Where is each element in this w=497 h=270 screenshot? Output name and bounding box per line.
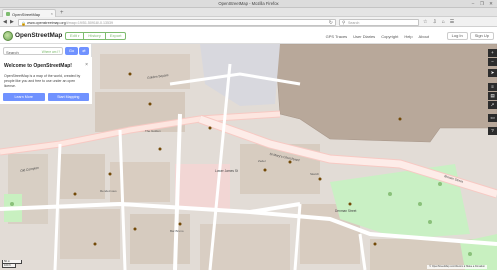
place-label: Rendezvous bbox=[100, 189, 117, 193]
street-label: Lower James St bbox=[215, 169, 238, 173]
header-nav-links: GPS Traces User Diaries Copyright Help A… bbox=[326, 34, 429, 39]
menu-icon[interactable]: ☰ bbox=[450, 19, 454, 25]
start-mapping-button[interactable]: Start Mapping bbox=[47, 93, 89, 101]
map-attribution[interactable]: © OpenStreetMap contributors ♥ Make a Do… bbox=[427, 265, 487, 269]
url-bar[interactable]: 🔒 www.openstreetmap.org/#map=19/51.50918… bbox=[18, 18, 336, 26]
link-copyright[interactable]: Copyright bbox=[381, 34, 398, 39]
welcome-panel: Welcome to OpenStreetMap! × OpenStreetMa… bbox=[0, 57, 92, 104]
zoom-in-button[interactable]: + bbox=[488, 49, 497, 57]
close-window-button[interactable]: ✕ bbox=[488, 1, 494, 6]
learn-more-button[interactable]: Learn More bbox=[3, 93, 45, 101]
share-icon[interactable]: ↗ bbox=[488, 101, 497, 109]
close-tab-icon[interactable]: × bbox=[51, 11, 53, 16]
place-label: Sketch bbox=[310, 172, 320, 176]
go-button[interactable]: Go bbox=[65, 47, 78, 55]
map-search-input[interactable]: Search Where am I? bbox=[3, 47, 63, 55]
welcome-body: OpenStreetMap is a map of the world, cre… bbox=[4, 74, 81, 88]
edit-button[interactable]: Edit▾ bbox=[65, 32, 85, 40]
minimize-button[interactable]: – bbox=[470, 1, 476, 6]
browser-search-placeholder: Search bbox=[348, 20, 360, 25]
place-label: Bar Bruno bbox=[170, 229, 184, 233]
legend-icon[interactable]: ▤ bbox=[488, 92, 497, 100]
tab-strip: OpenStreetMap × + bbox=[0, 8, 497, 17]
query-icon[interactable]: ? bbox=[488, 127, 497, 135]
lock-icon: 🔒 bbox=[21, 20, 26, 26]
new-tab-button[interactable]: + bbox=[60, 10, 64, 16]
scale-imperial: 100 ft bbox=[2, 264, 16, 268]
osm-header: OpenStreetMap Edit▾ History Export GPS T… bbox=[0, 28, 497, 44]
sidebar: Search Where am I? Go ⇄ Welcome to OpenS… bbox=[0, 44, 92, 104]
map-search-row: Search Where am I? Go ⇄ bbox=[3, 47, 89, 55]
reload-button[interactable]: ↻ bbox=[329, 20, 333, 26]
export-button[interactable]: Export bbox=[104, 32, 127, 40]
where-am-i-link[interactable]: Where am I? bbox=[42, 50, 60, 54]
zoom-out-button[interactable]: − bbox=[488, 58, 497, 66]
scale-bar: 50 m 100 ft bbox=[2, 260, 24, 269]
history-button[interactable]: History bbox=[83, 32, 106, 40]
url-text: www.openstreetmap.org/#map=19/51.50918/-… bbox=[27, 20, 114, 25]
tab-openstreetmap[interactable]: OpenStreetMap × bbox=[2, 9, 56, 17]
tab-label: OpenStreetMap bbox=[12, 11, 41, 17]
search-icon: ⚲ bbox=[342, 20, 346, 25]
place-label: Zedel bbox=[258, 159, 266, 163]
login-button[interactable]: Log In bbox=[446, 32, 468, 40]
locate-icon[interactable]: ➤ bbox=[488, 69, 497, 77]
site-brand[interactable]: OpenStreetMap bbox=[15, 32, 62, 39]
home-icon[interactable]: ⌂ bbox=[442, 19, 445, 25]
favicon-icon bbox=[6, 12, 10, 16]
layers-icon[interactable]: ≡ bbox=[488, 83, 497, 91]
navigation-toolbar: ◀ ▶ 🔒 www.openstreetmap.org/#map=19/51.5… bbox=[0, 17, 497, 27]
directions-icon[interactable]: ⇄ bbox=[79, 47, 89, 55]
link-help[interactable]: Help bbox=[404, 34, 412, 39]
signup-button[interactable]: Sign Up bbox=[469, 32, 494, 40]
link-user-diaries[interactable]: User Diaries bbox=[353, 34, 375, 39]
osm-logo-icon[interactable] bbox=[3, 31, 13, 41]
maximize-button[interactable]: ❐ bbox=[479, 1, 485, 6]
edit-button-group: Edit▾ History Export bbox=[65, 32, 127, 40]
close-icon[interactable]: × bbox=[85, 62, 88, 68]
window-title: OpenStreetMap - Mozilla Firefox bbox=[218, 1, 279, 6]
window-titlebar: OpenStreetMap - Mozilla Firefox – ❐ ✕ bbox=[0, 0, 497, 8]
place-label: The Golden bbox=[145, 129, 161, 133]
forward-button[interactable]: ▶ bbox=[10, 19, 14, 25]
back-button[interactable]: ◀ bbox=[3, 19, 7, 25]
note-icon[interactable]: ▭ bbox=[488, 114, 497, 122]
search-input-text: Search bbox=[6, 49, 19, 55]
street-label: Denman Street bbox=[335, 209, 357, 213]
chevron-down-icon: ▾ bbox=[77, 34, 80, 38]
bookmark-star-icon[interactable]: ☆ bbox=[423, 19, 427, 25]
link-about[interactable]: About bbox=[419, 34, 429, 39]
link-gps-traces[interactable]: GPS Traces bbox=[326, 34, 348, 39]
downloads-icon[interactable]: ⇩ bbox=[432, 19, 436, 25]
browser-search-box[interactable]: ⚲ Search bbox=[339, 18, 419, 26]
welcome-title: Welcome to OpenStreetMap! bbox=[4, 63, 72, 69]
